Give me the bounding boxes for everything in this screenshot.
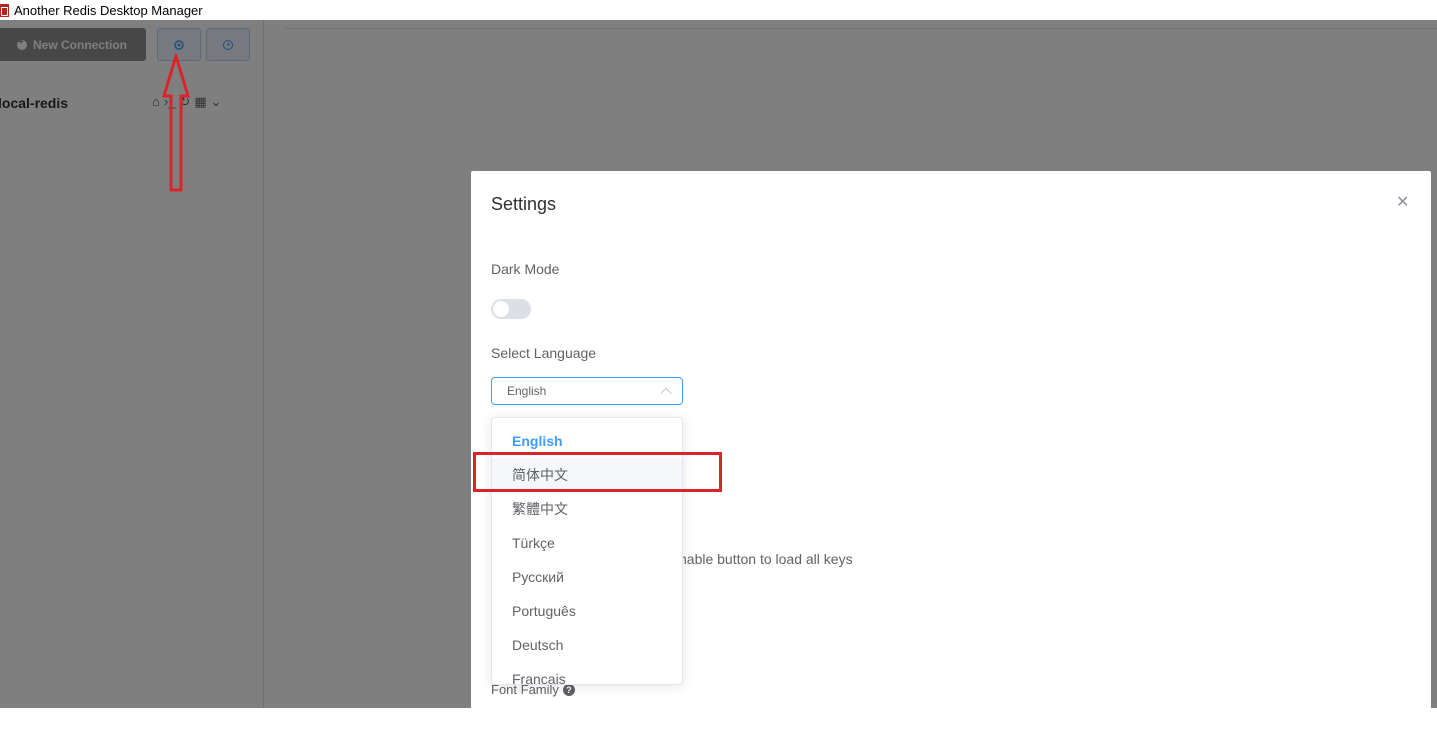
annotation-highlight-box xyxy=(473,452,722,492)
language-option[interactable]: Deutsch xyxy=(492,628,682,662)
language-select[interactable]: English xyxy=(491,377,683,405)
app-logo-icon xyxy=(0,3,9,17)
title-bar: Another Redis Desktop Manager xyxy=(0,0,1437,20)
watermark: CSDN @qq_42335551 xyxy=(1222,678,1407,698)
window-title: Another Redis Desktop Manager xyxy=(14,2,203,18)
language-option[interactable]: Português xyxy=(492,594,682,628)
load-all-keys-hint: nable button to load all keys xyxy=(679,551,853,567)
language-label: Select Language xyxy=(491,345,597,361)
annotation-arrow xyxy=(162,54,190,192)
chevron-up-icon xyxy=(660,387,672,399)
language-option[interactable]: 繁體中文 xyxy=(492,492,682,526)
question-icon[interactable]: ? xyxy=(562,683,575,696)
dialog-title: Settings xyxy=(491,194,557,214)
language-option[interactable]: Français xyxy=(492,662,682,684)
dark-mode-label: Dark Mode xyxy=(491,261,560,277)
close-icon[interactable]: ✕ xyxy=(1396,192,1409,212)
language-option[interactable]: Русский xyxy=(492,560,682,594)
language-option[interactable]: Türkçe xyxy=(492,526,682,560)
language-select-value: English xyxy=(507,384,547,398)
dark-mode-toggle[interactable] xyxy=(491,299,531,319)
